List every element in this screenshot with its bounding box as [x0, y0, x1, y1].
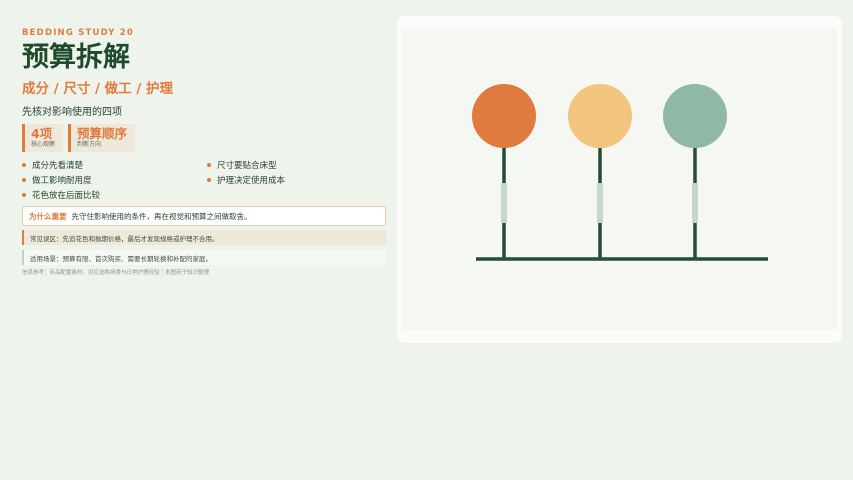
why-text: 先守住影响使用的条件，再在视觉和预算之间做取舍。 [71, 211, 252, 221]
lead-text: 先核对影响使用的四项 [22, 107, 122, 118]
list-item: 护理决定使用成本 [207, 174, 387, 186]
bullet-dot-icon [22, 163, 26, 167]
list-item: 成分先看清楚 [22, 159, 207, 171]
stat-value: 4项 [31, 126, 53, 141]
stats-row: 4项 核心观察 预算顺序 判断方向 [22, 124, 386, 152]
bullet-dot-icon [22, 193, 26, 197]
lollipop-illustration [472, 84, 768, 261]
list-item: 尺寸要贴合床型 [207, 159, 387, 171]
why-important-box: 为什么重要 先守住影响使用的条件，再在视觉和预算之间做取舍。 [22, 206, 386, 226]
page-subtitle: 成分 / 尺寸 / 做工 / 护理 [22, 81, 173, 97]
list-item: 花色放在后面比较 [22, 189, 207, 201]
footnote: 信息参考：床品配置素材、对应选购场景与日常护理经验｜本图用于知识整理 [22, 270, 210, 276]
bullet-dot-icon [207, 163, 211, 167]
bullet-dot-icon [207, 178, 211, 182]
circle-orange [472, 84, 536, 148]
use-scene-box: 适用场景：预算有限、首次购买、需要长期轮换和补配的家庭。 [22, 250, 386, 265]
stat-label: 核心观察 [31, 141, 56, 148]
stat-core: 4项 核心观察 [22, 124, 64, 152]
list-item-text: 做工影响耐用度 [32, 176, 92, 186]
stat-label: 判断方向 [77, 141, 102, 148]
page-title: 预算拆解 [22, 42, 130, 73]
band-yellow [597, 183, 603, 223]
band-orange [501, 183, 507, 223]
scene-text: 适用场景：预算有限、首次购买、需要长期轮换和补配的家庭。 [30, 254, 212, 263]
bullet-dot-icon [22, 178, 26, 182]
illustration-card [397, 16, 842, 343]
list-item-text: 尺寸要贴合床型 [217, 161, 277, 171]
circle-green [663, 84, 727, 148]
list-item-text: 成分先看清楚 [32, 161, 84, 171]
band-green [692, 183, 698, 223]
list-item: 做工影响耐用度 [22, 174, 207, 186]
list-item-text: 花色放在后面比较 [32, 191, 101, 201]
why-label: 为什么重要 [29, 211, 67, 221]
circle-yellow [568, 84, 632, 148]
illustration-canvas [402, 28, 837, 330]
text-panel: BEDDING STUDY 20 预算拆解 成分 / 尺寸 / 做工 / 护理 … [22, 28, 386, 276]
mistake-text: 常见误区：先追花色和抛期价格，最后才发现规格或护理不合用。 [30, 234, 219, 243]
stat-value: 预算顺序 [77, 126, 128, 141]
bullet-list: 成分先看清楚 尺寸要贴合床型 做工影响耐用度 护理决定使用成本 花色放在后面比较 [22, 159, 386, 201]
stat-direction: 预算顺序 判断方向 [68, 124, 136, 152]
eyebrow-label: BEDDING STUDY 20 [22, 28, 135, 38]
common-mistake-box: 常见误区：先追花色和抛期价格，最后才发现规格或护理不合用。 [22, 230, 386, 245]
list-item-text: 护理决定使用成本 [217, 176, 286, 186]
